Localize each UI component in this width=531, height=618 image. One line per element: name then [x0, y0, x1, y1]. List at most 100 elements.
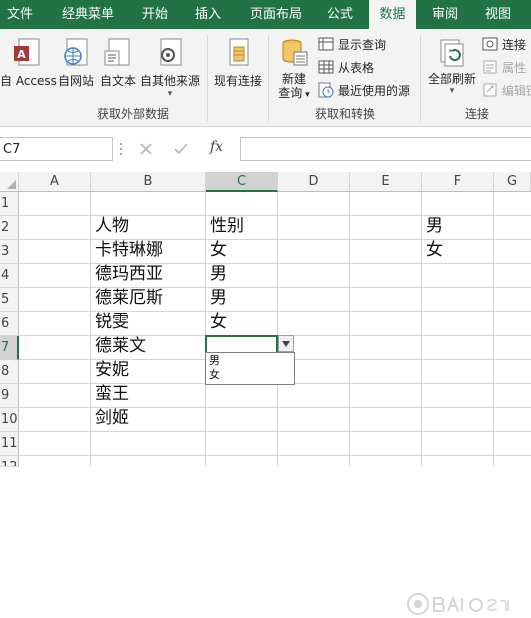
cell-b3[interactable]: 卡特琳娜 — [95, 238, 163, 262]
dropdown-option-male[interactable]: 男 — [206, 354, 294, 368]
tab-classic-menu[interactable]: 经典菜单 — [52, 0, 124, 29]
validation-dropdown-list: 男 女 — [205, 352, 295, 385]
tab-file[interactable]: 文件 — [0, 0, 40, 29]
formula-input[interactable] — [240, 137, 531, 161]
cell-c6[interactable]: 女 — [210, 310, 227, 334]
edit-links-label: 编辑链 — [502, 84, 531, 98]
cell-c4[interactable]: 男 — [210, 262, 227, 286]
cell-b2[interactable]: 人物 — [95, 214, 129, 238]
row-header-8[interactable]: 8 — [0, 360, 19, 384]
insert-function-button[interactable]: fx — [210, 139, 223, 155]
edit-links-button[interactable]: 编辑链 — [482, 81, 531, 101]
svg-text:A: A — [17, 48, 26, 61]
chevron-down-icon: ▾ — [167, 89, 173, 99]
refresh-all-button[interactable]: 全部刷新 ▾ — [424, 33, 480, 99]
row-header-4[interactable]: 4 — [0, 264, 19, 288]
ribbon-separator — [268, 35, 269, 121]
cell-f3[interactable]: 女 — [426, 238, 443, 262]
tab-page-layout[interactable]: 页面布局 — [238, 0, 314, 29]
group-label-get-and-transform: 获取和转换 — [314, 107, 375, 121]
properties-label: 属性 — [502, 61, 527, 75]
watermark-logo — [407, 593, 509, 615]
show-queries-icon — [318, 37, 334, 51]
select-all-triangle-icon — [7, 180, 16, 189]
cell-c2[interactable]: 性别 — [210, 214, 244, 238]
column-header-b[interactable]: B — [91, 172, 206, 192]
row-header-2[interactable]: 2 — [0, 216, 19, 240]
column-header-f[interactable]: F — [422, 172, 494, 192]
access-icon: A — [14, 38, 40, 66]
dropdown-option-female[interactable]: 女 — [206, 368, 294, 382]
tab-home[interactable]: 开始 — [133, 0, 177, 29]
connections-label: 连接 — [502, 38, 527, 52]
grid-lines — [19, 192, 531, 467]
refresh-icon — [440, 39, 464, 67]
from-other-sources-button[interactable]: 自其他来源 ▾ — [139, 33, 201, 99]
select-all-corner[interactable] — [0, 172, 19, 192]
cell-b6[interactable]: 锐雯 — [95, 310, 129, 334]
row-header-1[interactable]: 1 — [0, 192, 19, 216]
validation-dropdown-button[interactable] — [278, 335, 294, 352]
tab-insert[interactable]: 插入 — [186, 0, 230, 29]
tab-formulas[interactable]: 公式 — [318, 0, 362, 29]
row-header-5[interactable]: 5 — [0, 288, 19, 312]
row-header-7[interactable]: 7 — [0, 336, 19, 360]
column-header-c[interactable]: C — [206, 172, 278, 192]
row-header-9[interactable]: 9 — [0, 384, 19, 408]
new-query-label: 查询 — [278, 86, 303, 100]
from-table-label: 从表格 — [338, 61, 375, 75]
group-label-connections: 连接 — [464, 107, 489, 121]
column-header-g[interactable]: G — [494, 172, 531, 192]
tab-review[interactable]: 审阅 — [424, 0, 466, 29]
column-header-e[interactable]: E — [350, 172, 422, 192]
link-icon — [483, 83, 497, 97]
show-queries-label: 显示查询 — [338, 38, 387, 52]
cell-c3[interactable]: 女 — [210, 238, 227, 262]
from-text-button[interactable]: 自文本 — [98, 33, 138, 99]
row-header-12[interactable]: 12 — [0, 456, 19, 467]
name-box[interactable]: C7 — [0, 137, 113, 161]
row-header-6[interactable]: 6 — [0, 312, 19, 336]
cell-b5[interactable]: 德莱厄斯 — [95, 286, 163, 310]
connections-button[interactable]: 连接 — [482, 35, 526, 55]
show-queries-button[interactable]: 显示查询 — [318, 35, 386, 55]
cell-b7[interactable]: 德莱文 — [95, 334, 146, 358]
cell-f2[interactable]: 男 — [426, 214, 443, 238]
cell-b8[interactable]: 安妮 — [95, 358, 129, 382]
column-header-d[interactable]: D — [278, 172, 350, 192]
row-header-3[interactable]: 3 — [0, 240, 19, 264]
chevron-down-icon: ▾ — [302, 90, 310, 100]
from-other-sources-label: 自其他来源 — [139, 74, 200, 88]
cancel-icon[interactable] — [139, 142, 153, 156]
cell-b9[interactable]: 蛮王 — [95, 382, 129, 406]
formula-buttons: fx — [128, 137, 234, 161]
other-sources-icon — [160, 38, 182, 66]
web-page-icon — [64, 38, 88, 66]
formula-bar: C7 fx — [0, 127, 531, 172]
from-web-button[interactable]: 自网站 — [56, 33, 96, 99]
connections-icon — [482, 37, 498, 51]
cell-c5[interactable]: 男 — [210, 286, 227, 310]
cell-b4[interactable]: 德玛西亚 — [95, 262, 163, 286]
recent-sources-button[interactable]: 最近使用的源 — [318, 81, 410, 101]
from-access-label: 自 Access — [0, 74, 57, 88]
clock-icon — [318, 82, 334, 98]
tab-data[interactable]: 数据 — [369, 0, 416, 29]
ribbon: A 自 Access 自网站 自文本 自其他来源 ▾ 现有连接 获取外部数据 新… — [0, 29, 531, 127]
from-table-button[interactable]: 从表格 — [318, 58, 374, 78]
column-header-a[interactable]: A — [19, 172, 91, 192]
chevron-down-icon: ▾ — [449, 86, 455, 96]
new-query-label-line1: 新建 — [281, 72, 306, 86]
tab-view[interactable]: 视图 — [477, 0, 519, 29]
new-query-button[interactable]: 新建 查询 ▾ — [272, 33, 316, 100]
ribbon-separator — [420, 35, 421, 121]
row-header-10[interactable]: 10 — [0, 408, 19, 432]
from-access-button[interactable]: A 自 Access — [0, 33, 57, 99]
text-file-icon — [104, 38, 130, 66]
enter-check-icon[interactable] — [173, 142, 189, 156]
cell-b10[interactable]: 剑姬 — [95, 406, 129, 430]
properties-button[interactable]: 属性 — [482, 58, 526, 78]
existing-connections-button[interactable]: 现有连接 — [212, 33, 264, 99]
refresh-all-label: 全部刷新 — [427, 72, 476, 86]
row-header-11[interactable]: 11 — [0, 432, 19, 456]
